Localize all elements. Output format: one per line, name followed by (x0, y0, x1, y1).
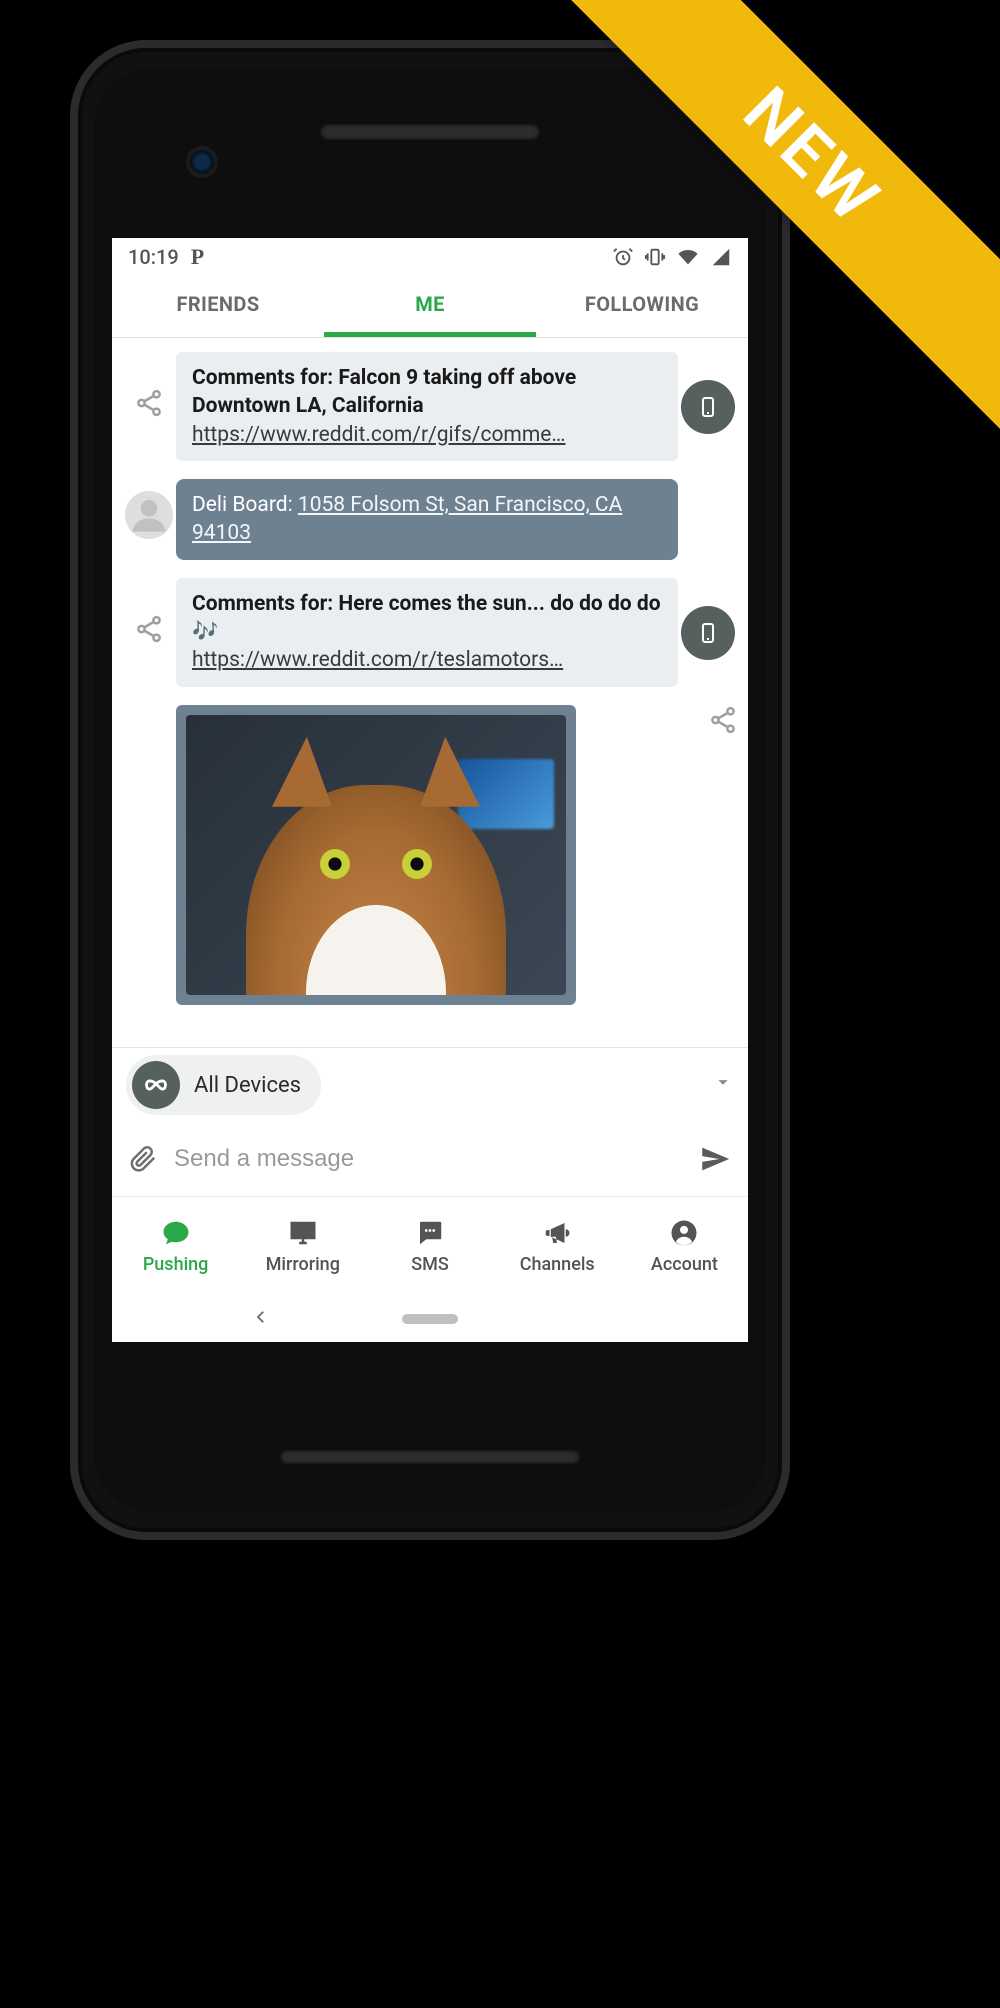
contact-name: Deli Board: (192, 493, 298, 517)
nav-label: Mirroring (266, 1254, 340, 1275)
contact-card[interactable]: Deli Board: 1058 Folsom St, San Francisc… (176, 479, 678, 560)
notification-app-icon: P (191, 244, 204, 270)
phone-side-button (788, 628, 790, 828)
megaphone-icon (542, 1218, 572, 1248)
send-button[interactable] (698, 1142, 732, 1176)
nav-pushing[interactable]: Pushing (112, 1197, 239, 1296)
nav-channels[interactable]: Channels (494, 1197, 621, 1296)
image-message[interactable] (176, 705, 576, 1005)
compose-area: All Devices (112, 1047, 748, 1196)
send-icon (698, 1142, 732, 1176)
message-row: Comments for: Here comes the sun... do d… (122, 578, 738, 687)
android-gesture-bar (112, 1296, 748, 1342)
signal-icon (710, 246, 732, 268)
wifi-icon (676, 246, 700, 268)
share-icon[interactable] (708, 705, 738, 741)
status-bar: 10:19 P (112, 238, 748, 276)
target-chip-all-devices[interactable]: All Devices (126, 1055, 321, 1115)
send-to-device-button[interactable] (681, 380, 735, 434)
nav-label: Pushing (143, 1254, 209, 1275)
link-card-title: Comments for: Here comes the sun... do d… (192, 590, 662, 647)
bottom-nav: Pushing Mirroring SMS Channels (112, 1196, 748, 1296)
link-card-url[interactable]: https://www.reddit.com/r/teslamotors… (192, 646, 662, 674)
tab-following[interactable]: FOLLOWING (536, 276, 748, 337)
message-input[interactable] (174, 1145, 682, 1173)
vibrate-icon (644, 246, 666, 268)
phone-side-button (788, 468, 790, 578)
phone-icon (696, 395, 720, 419)
paperclip-icon (128, 1144, 158, 1174)
phone-icon (696, 621, 720, 645)
monitor-icon (288, 1218, 318, 1248)
phone-speaker (280, 1450, 580, 1464)
share-icon[interactable] (134, 614, 164, 650)
nav-account[interactable]: Account (621, 1197, 748, 1296)
link-card-title: Comments for: Falcon 9 taking off above … (192, 364, 662, 421)
link-card[interactable]: Comments for: Falcon 9 taking off above … (176, 352, 678, 461)
phone-speaker (320, 124, 540, 140)
chevron-left-icon (252, 1308, 270, 1326)
sms-icon (415, 1218, 445, 1248)
chevron-down-icon (712, 1071, 734, 1093)
tab-me[interactable]: ME (324, 276, 536, 337)
home-indicator[interactable] (402, 1314, 458, 1324)
nav-label: Account (651, 1254, 718, 1275)
message-row: Deli Board: 1058 Folsom St, San Francisc… (122, 479, 738, 560)
send-to-device-button[interactable] (681, 606, 735, 660)
alarm-icon (612, 246, 634, 268)
account-circle-icon (669, 1218, 699, 1248)
nav-label: SMS (411, 1254, 449, 1275)
nav-sms[interactable]: SMS (366, 1197, 493, 1296)
infinity-icon (132, 1061, 180, 1109)
link-card-url[interactable]: https://www.reddit.com/r/gifs/comme… (192, 421, 662, 449)
share-icon[interactable] (134, 388, 164, 424)
top-tabs: FRIENDS ME FOLLOWING (112, 276, 748, 338)
chat-bubble-icon (161, 1218, 191, 1248)
nav-mirroring[interactable]: Mirroring (239, 1197, 366, 1296)
status-time: 10:19 (128, 245, 179, 269)
message-input-row (112, 1122, 748, 1196)
target-chip-label: All Devices (194, 1073, 301, 1098)
nav-label: Channels (520, 1254, 595, 1275)
app-screen: 10:19 P (112, 238, 748, 1342)
message-thread[interactable]: Comments for: Falcon 9 taking off above … (112, 338, 748, 1047)
avatar-placeholder (125, 491, 173, 539)
tab-friends[interactable]: FRIENDS (112, 276, 324, 337)
attach-button[interactable] (128, 1144, 158, 1174)
back-button[interactable] (252, 1307, 270, 1332)
link-card[interactable]: Comments for: Here comes the sun... do d… (176, 578, 678, 687)
target-dropdown-toggle[interactable] (712, 1071, 734, 1099)
target-selector-row: All Devices (112, 1048, 748, 1122)
phone-camera (190, 150, 214, 174)
phone-mockup: 10:19 P (70, 40, 790, 1540)
message-row: Comments for: Falcon 9 taking off above … (122, 352, 738, 461)
message-row (176, 705, 738, 1005)
